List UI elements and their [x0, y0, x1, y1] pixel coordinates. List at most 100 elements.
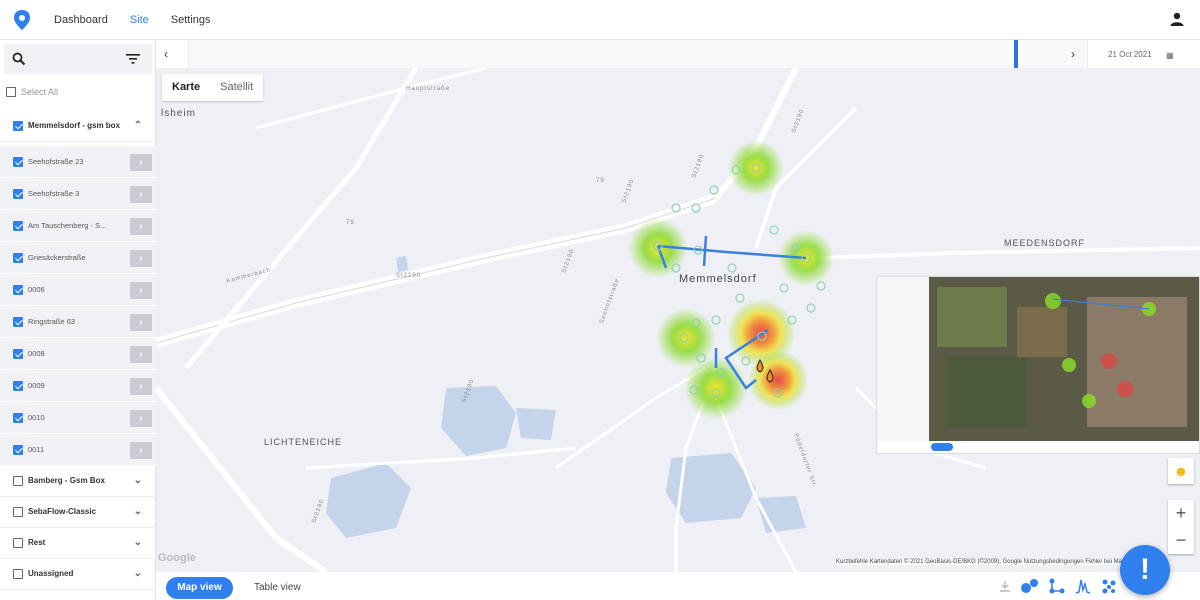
chevron-right-icon[interactable]: ›: [130, 314, 152, 331]
calendar-icon[interactable]: ▦: [1166, 51, 1174, 60]
bubble-map-icon[interactable]: [1021, 578, 1039, 594]
site-label: Seehofstraße 3: [28, 189, 80, 198]
chevron-right-icon[interactable]: ›: [130, 442, 152, 459]
group-checkbox[interactable]: [13, 568, 23, 579]
satellite-preview-image: [877, 277, 1199, 453]
group-label: SebaFlow-Classic: [28, 507, 97, 516]
site-label: 0011: [28, 445, 45, 454]
map-view-button[interactable]: Map view: [166, 577, 233, 599]
map-type-karte[interactable]: Karte: [162, 74, 210, 101]
group-sebaflow[interactable]: SebaFlow-Classic ⌄: [0, 496, 156, 528]
site-checkbox[interactable]: [13, 252, 23, 263]
chevron-right-icon[interactable]: ›: [130, 250, 152, 267]
date-display[interactable]: 21 Oct 2021: [1108, 50, 1152, 59]
site-label: Seehofstraße 23: [28, 157, 84, 166]
site-item[interactable]: 0008 ›: [0, 338, 156, 370]
chevron-right-icon[interactable]: ›: [130, 218, 152, 235]
nav-dashboard[interactable]: Dashboard: [54, 14, 108, 26]
timeline-marker[interactable]: [1014, 40, 1018, 68]
top-navigation: Dashboard Site Settings: [0, 0, 1200, 40]
download-icon[interactable]: [999, 580, 1011, 592]
site-label: 0009: [28, 381, 45, 390]
chevron-left-icon[interactable]: ‹: [164, 47, 168, 61]
site-checkbox[interactable]: [13, 444, 23, 455]
site-label: 0008: [28, 349, 45, 358]
map-label-meedensdorf: MEEDENSDORF: [1004, 238, 1086, 248]
group-bamberg[interactable]: Bamberg - Gsm Box ⌄: [0, 465, 156, 497]
map-type-toggle: Karte Satellit: [162, 74, 264, 101]
group-label: Unassigned: [28, 569, 74, 578]
search-input[interactable]: [4, 44, 152, 74]
pegman-icon[interactable]: ☻: [1168, 458, 1194, 484]
chevron-down-icon[interactable]: ⌄: [134, 506, 142, 517]
site-item[interactable]: Seehofstraße 23 ›: [0, 146, 156, 178]
chevron-right-icon[interactable]: ›: [130, 186, 152, 203]
select-all-label: Select All: [21, 87, 59, 97]
chevron-down-icon[interactable]: ⌄: [134, 537, 142, 548]
site-checkbox[interactable]: [13, 316, 23, 327]
site-item[interactable]: 0010 ›: [0, 402, 156, 434]
group-label: Memmelsdorf - gsm box: [28, 121, 121, 130]
site-checkbox[interactable]: [13, 284, 23, 295]
timeline-bar: ‹ › 21 Oct 2021 ▦: [156, 40, 1200, 68]
timeline-track[interactable]: [188, 40, 1088, 68]
map-label-road: Hauptstraße: [406, 86, 451, 92]
site-checkbox[interactable]: [13, 380, 23, 391]
alert-fab-button[interactable]: !: [1120, 545, 1170, 595]
chevron-down-icon[interactable]: ⌄: [134, 568, 142, 579]
zoom-in-button[interactable]: +: [1168, 500, 1194, 527]
chevron-right-icon[interactable]: ›: [130, 346, 152, 363]
nav-settings[interactable]: Settings: [171, 14, 211, 26]
group-rest[interactable]: Rest ⌄: [0, 527, 156, 559]
group-checkbox[interactable]: [13, 120, 23, 131]
site-sidebar: Select All Memmelsdorf - gsm box ⌃ Seeho…: [0, 40, 156, 600]
nav-site[interactable]: Site: [130, 14, 149, 26]
site-item[interactable]: Seehofstraße 3 ›: [0, 178, 156, 210]
select-all-checkbox[interactable]: [6, 87, 16, 97]
group-label: Bamberg - Gsm Box: [28, 476, 105, 485]
site-label: 0010: [28, 413, 45, 422]
user-icon[interactable]: [1170, 12, 1184, 26]
site-item[interactable]: 0011 ›: [0, 434, 156, 466]
select-all[interactable]: Select All: [6, 87, 58, 97]
site-item[interactable]: 0009 ›: [0, 370, 156, 402]
site-item[interactable]: 0006 ›: [0, 274, 156, 306]
map-type-satellit[interactable]: Satellit: [210, 74, 263, 101]
chevron-right-icon[interactable]: ›: [130, 154, 152, 171]
site-checkbox[interactable]: [13, 188, 23, 199]
logo-icon[interactable]: [12, 9, 32, 31]
view-toggle-bar: Map view Table view: [156, 572, 1200, 600]
cluster-icon[interactable]: [1101, 578, 1117, 594]
group-checkbox[interactable]: [13, 537, 23, 548]
group-unassigned[interactable]: Unassigned ⌄: [0, 558, 156, 590]
chevron-right-icon[interactable]: ›: [130, 378, 152, 395]
site-item[interactable]: Am Tauschenberg - S... ›: [0, 210, 156, 242]
map-label-lichteneiche: LICHTENEICHE: [264, 437, 343, 447]
search-icon[interactable]: [12, 52, 26, 66]
group-memmelsdorf[interactable]: Memmelsdorf - gsm box ⌃: [0, 110, 156, 142]
site-checkbox[interactable]: [13, 156, 23, 167]
spectrum-icon[interactable]: [1075, 578, 1091, 594]
chevron-right-icon[interactable]: ›: [130, 410, 152, 427]
site-label: 0006: [28, 285, 45, 294]
chevron-up-icon[interactable]: ⌃: [134, 120, 142, 131]
site-item[interactable]: Griesäckerstraße ›: [0, 242, 156, 274]
chevron-down-icon[interactable]: ⌄: [134, 475, 142, 486]
map-label-road: St2190: [396, 273, 422, 279]
site-checkbox[interactable]: [13, 412, 23, 423]
map-label-lsheim: lsheim: [161, 108, 196, 119]
site-checkbox[interactable]: [13, 220, 23, 231]
map-view[interactable]: Karte Satellit Memmelsdorf MEEDENSDORF L…: [156, 68, 1200, 572]
network-icon[interactable]: [1049, 578, 1065, 594]
group-checkbox[interactable]: [13, 475, 23, 486]
zoom-out-button[interactable]: −: [1168, 527, 1194, 554]
chevron-right-icon[interactable]: ›: [1071, 47, 1075, 61]
filter-icon[interactable]: [126, 54, 140, 64]
site-item[interactable]: Ringstraße 63 ›: [0, 306, 156, 338]
satellite-preview-inset[interactable]: [876, 276, 1200, 454]
chevron-right-icon[interactable]: ›: [130, 282, 152, 299]
table-view-button[interactable]: Table view: [254, 577, 301, 599]
group-checkbox[interactable]: [13, 506, 23, 517]
map-attribution[interactable]: Kurzbefehle Kartendaten © 2021 GeoBasis-…: [836, 559, 1150, 565]
site-checkbox[interactable]: [13, 348, 23, 359]
